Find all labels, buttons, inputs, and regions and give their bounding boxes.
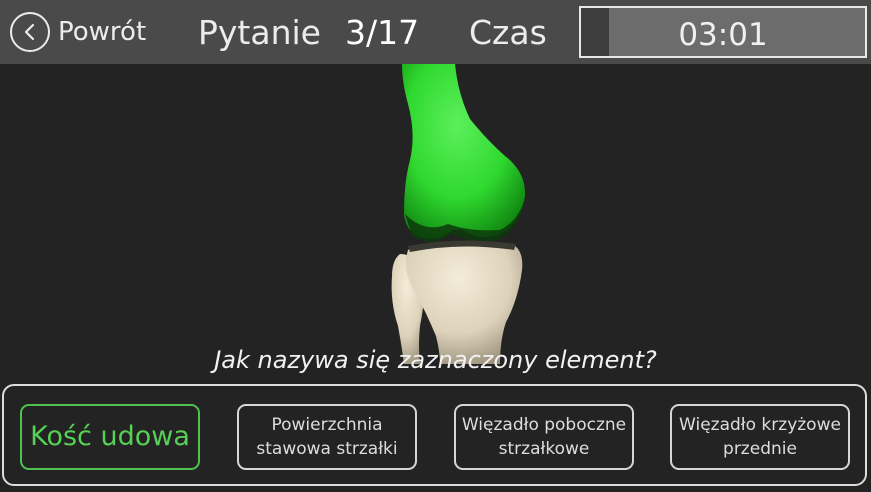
timer-value: 03:01: [678, 17, 768, 53]
answers-panel: Kość udowa Powierzchnia stawowa strzałki…: [2, 384, 867, 486]
question-text: Jak nazywa się zaznaczony element?: [214, 346, 657, 374]
timer-bar: 03:01: [579, 6, 867, 58]
time-label: Czas: [469, 13, 547, 52]
back-button[interactable]: Powrót: [10, 12, 146, 52]
question-counter: 3/17: [345, 13, 420, 52]
chevron-left-icon: [10, 12, 50, 52]
answer-option-3[interactable]: Więzadło poboczne strzałkowe: [454, 404, 634, 470]
top-bar: Powrót Pytanie 3/17 Czas 03:01: [0, 0, 871, 64]
back-label: Powrót: [58, 17, 147, 47]
answer-option-1[interactable]: Kość udowa: [20, 404, 200, 470]
femur-highlighted: [402, 64, 526, 242]
question-label: Pytanie: [198, 13, 321, 52]
knee-model-view[interactable]: [0, 64, 871, 364]
answer-option-2[interactable]: Powierzchnia stawowa strzałki: [237, 404, 417, 470]
answer-option-4[interactable]: Więzadło krzyżowe przednie: [670, 404, 850, 470]
